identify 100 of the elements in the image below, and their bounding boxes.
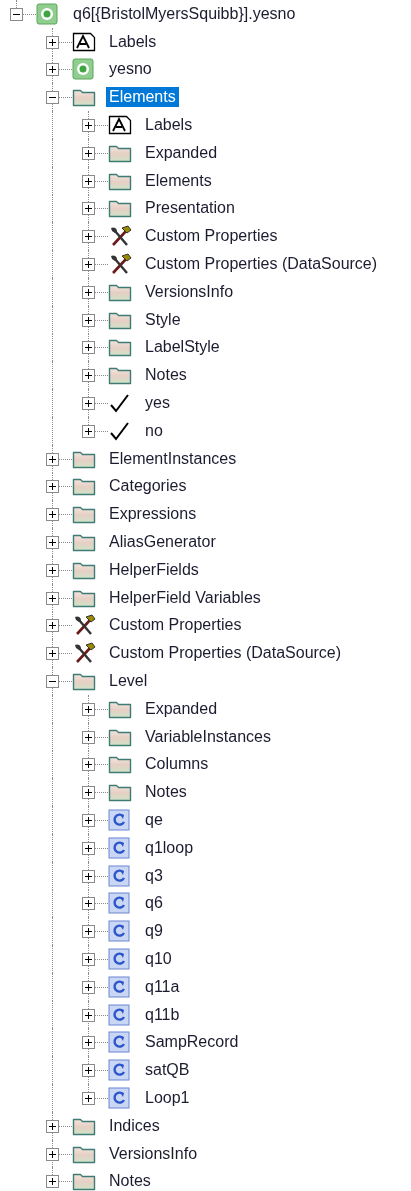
tree-item[interactable]: Notes bbox=[142, 782, 190, 803]
tree-item[interactable]: HelperField Variables bbox=[106, 587, 264, 608]
expand-button[interactable] bbox=[82, 424, 95, 438]
tree-item[interactable]: SampRecord bbox=[142, 1032, 242, 1053]
checkmark-icon bbox=[108, 420, 130, 441]
expand-button[interactable] bbox=[82, 814, 95, 827]
expand-button[interactable] bbox=[82, 1091, 95, 1105]
tree-item[interactable]: LabelStyle bbox=[142, 337, 223, 358]
tree-item[interactable]: q11b bbox=[142, 1004, 183, 1025]
tree-item[interactable]: q6[{BristolMyersSquibb}].yesno bbox=[70, 3, 299, 24]
expand-button[interactable] bbox=[82, 786, 95, 800]
expand-button[interactable] bbox=[46, 1175, 59, 1189]
tree-item[interactable]: q1loop bbox=[142, 837, 197, 858]
tools-icon bbox=[72, 642, 96, 665]
tree-item[interactable]: AliasGenerator bbox=[106, 532, 219, 553]
tree-item[interactable]: Indices bbox=[106, 1115, 163, 1136]
tree-item[interactable]: q9 bbox=[142, 921, 166, 942]
tree-item[interactable]: Notes bbox=[106, 1171, 154, 1191]
tree-item[interactable]: VersionsInfo bbox=[142, 281, 237, 302]
expand-button[interactable] bbox=[46, 508, 59, 522]
expand-button[interactable] bbox=[82, 758, 95, 772]
expand-button[interactable] bbox=[46, 1147, 59, 1161]
folder-icon bbox=[72, 532, 96, 553]
folder-icon bbox=[72, 476, 96, 497]
tree-item[interactable]: HelperFields bbox=[106, 559, 202, 580]
expand-button[interactable] bbox=[82, 258, 95, 272]
tree-item[interactable]: Columns bbox=[142, 754, 212, 775]
tree-item[interactable]: yesno bbox=[106, 59, 155, 80]
tree-item[interactable]: VersionsInfo bbox=[106, 1143, 201, 1164]
tools-icon bbox=[108, 253, 132, 276]
tree-item[interactable]: Expanded bbox=[142, 142, 221, 163]
tree-item[interactable]: Expressions bbox=[106, 504, 200, 525]
expand-button[interactable] bbox=[46, 1119, 59, 1133]
expand-button[interactable] bbox=[82, 146, 95, 160]
expand-button[interactable] bbox=[82, 285, 95, 299]
tree-item[interactable]: Custom Properties bbox=[142, 226, 281, 247]
tree-item[interactable]: Elements bbox=[142, 170, 215, 191]
expand-button[interactable] bbox=[46, 619, 59, 633]
tree-item[interactable]: yes bbox=[142, 393, 173, 414]
expand-button[interactable] bbox=[46, 563, 59, 577]
tree-item[interactable]: q10 bbox=[142, 949, 175, 969]
tree-item[interactable]: Custom Properties bbox=[106, 615, 245, 636]
expand-button[interactable] bbox=[82, 1036, 95, 1050]
expand-button[interactable] bbox=[82, 730, 95, 744]
expand-button[interactable] bbox=[46, 452, 59, 466]
tree-item[interactable]: Loop1 bbox=[142, 1087, 193, 1108]
folder-icon bbox=[108, 337, 132, 358]
expand-button[interactable] bbox=[82, 953, 95, 966]
folder-icon bbox=[108, 198, 132, 219]
tree-item[interactable]: Custom Properties (DataSource) bbox=[142, 254, 381, 275]
expand-button[interactable] bbox=[46, 480, 59, 494]
expand-button[interactable] bbox=[82, 119, 95, 133]
folder-icon bbox=[108, 782, 132, 803]
collapse-button[interactable] bbox=[10, 7, 23, 21]
folder-icon bbox=[72, 504, 96, 525]
tree-item[interactable]: Presentation bbox=[142, 198, 238, 219]
collapse-button[interactable] bbox=[46, 675, 59, 688]
tree-item[interactable]: Categories bbox=[106, 476, 190, 497]
tree-item[interactable]: Elements bbox=[106, 87, 179, 108]
expand-button[interactable] bbox=[46, 591, 59, 605]
expand-button[interactable] bbox=[82, 341, 95, 355]
expand-button[interactable] bbox=[82, 1008, 95, 1022]
expand-button[interactable] bbox=[46, 536, 59, 550]
collapse-button[interactable] bbox=[46, 91, 59, 105]
tree-item[interactable]: Style bbox=[142, 309, 184, 330]
tree-item[interactable]: q11a bbox=[142, 976, 183, 997]
folder-icon bbox=[72, 671, 96, 691]
expand-button[interactable] bbox=[82, 313, 95, 327]
expand-button[interactable] bbox=[46, 63, 59, 77]
tree-item[interactable]: satQB bbox=[142, 1060, 193, 1081]
tree-item[interactable]: q6 bbox=[142, 893, 166, 914]
expand-button[interactable] bbox=[82, 230, 95, 244]
folder-icon bbox=[72, 1171, 96, 1191]
expand-button[interactable] bbox=[82, 925, 95, 939]
expand-button[interactable] bbox=[82, 841, 95, 855]
tree-item[interactable]: no bbox=[142, 420, 166, 441]
tree-item[interactable]: Custom Properties (DataSource) bbox=[106, 643, 345, 664]
tree-item[interactable]: Level bbox=[106, 671, 151, 691]
expand-button[interactable] bbox=[82, 369, 95, 383]
tree-item[interactable]: Expanded bbox=[142, 698, 221, 719]
expand-button[interactable] bbox=[82, 980, 95, 994]
expand-button[interactable] bbox=[82, 897, 95, 911]
document-icon bbox=[72, 31, 96, 52]
expand-button[interactable] bbox=[82, 702, 95, 716]
tree-item[interactable]: Labels bbox=[106, 31, 160, 52]
tree-item[interactable]: q3 bbox=[142, 865, 166, 886]
expand-button[interactable] bbox=[82, 202, 95, 216]
expand-button[interactable] bbox=[82, 397, 95, 411]
tree-item[interactable]: VariableInstances bbox=[142, 726, 274, 747]
checkmark-icon bbox=[108, 393, 130, 414]
tree-item[interactable]: qe bbox=[142, 810, 166, 830]
expand-button[interactable] bbox=[82, 1064, 95, 1078]
tree-item[interactable]: Labels bbox=[142, 115, 196, 136]
tree-item[interactable]: Notes bbox=[142, 365, 190, 386]
tree-item[interactable]: ElementInstances bbox=[106, 448, 240, 469]
expand-button[interactable] bbox=[46, 35, 59, 49]
expand-button[interactable] bbox=[82, 869, 95, 883]
folder-icon bbox=[108, 365, 132, 386]
expand-button[interactable] bbox=[82, 174, 95, 188]
expand-button[interactable] bbox=[46, 647, 59, 661]
